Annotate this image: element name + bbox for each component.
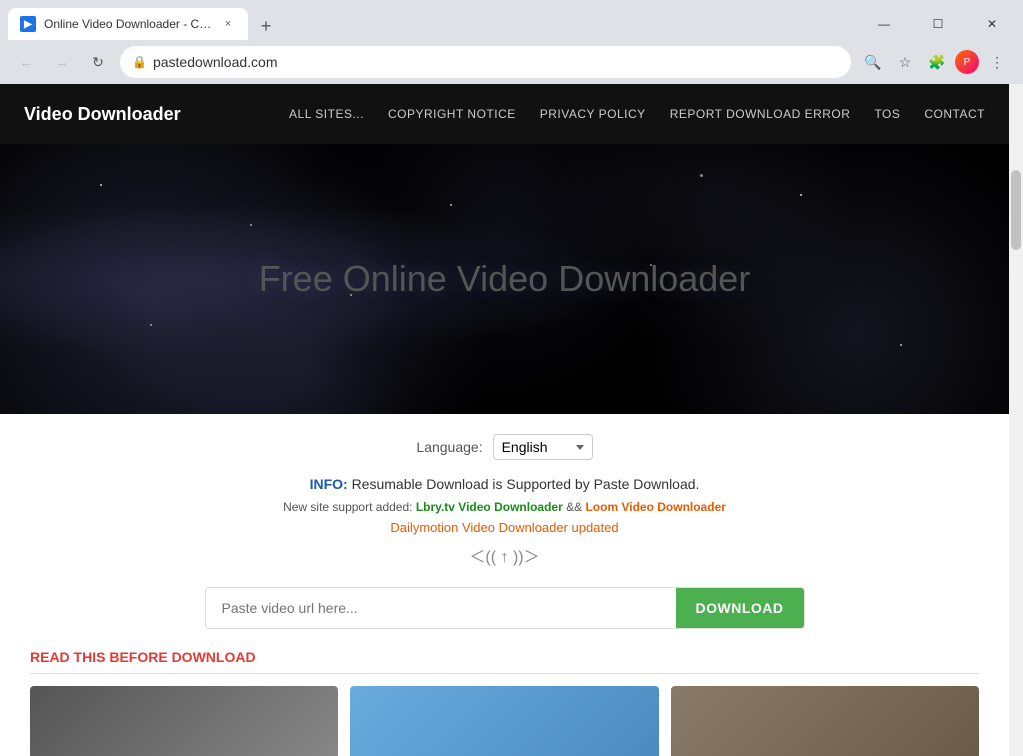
nav-link-tos[interactable]: TOS (874, 107, 900, 121)
extensions-button[interactable]: 🧩 (923, 48, 951, 76)
thumbnail-row (30, 686, 979, 756)
tab-favicon: ▶ (20, 16, 36, 32)
maximize-button[interactable]: ☐ (915, 8, 961, 40)
thumbnail-3 (671, 686, 979, 756)
info-body: Resumable Download is Supported by Paste… (352, 476, 700, 492)
refresh-button[interactable]: ↻ (84, 48, 112, 76)
nav-link-copyright[interactable]: COPYRIGHT NOTICE (388, 107, 516, 121)
tab-close-button[interactable]: × (220, 16, 236, 32)
hero-title: Free Online Video Downloader (259, 258, 751, 300)
thumbnail-1 (30, 686, 338, 756)
new-site-text: New site support added: Lbry.tv Video Do… (30, 500, 979, 514)
url-text: pastedownload.com (153, 54, 839, 70)
site-navigation: Video Downloader ALL SITES... COPYRIGHT … (0, 84, 1009, 144)
loom-link[interactable]: Loom Video Downloader (585, 500, 725, 514)
browser-tab[interactable]: ▶ Online Video Downloader - Copy × (8, 8, 248, 40)
nav-link-report[interactable]: REPORT DOWNLOAD ERROR (670, 107, 851, 121)
lock-icon: 🔒 (132, 55, 147, 69)
info-text: INFO: Resumable Download is Supported by… (30, 476, 979, 492)
minimize-button[interactable]: — (861, 8, 907, 40)
forward-button[interactable]: → (48, 48, 76, 76)
back-button[interactable]: ← (12, 48, 40, 76)
address-bar[interactable]: 🔒 pastedownload.com (120, 46, 851, 78)
nav-link-all-sites[interactable]: ALL SITES... (289, 107, 364, 121)
info-keyword: INFO: (310, 476, 348, 492)
new-tab-button[interactable]: + (252, 12, 280, 40)
website-content: Video Downloader ALL SITES... COPYRIGHT … (0, 84, 1009, 756)
download-form: DOWNLOAD (205, 587, 805, 629)
tab-title: Online Video Downloader - Copy (44, 17, 212, 31)
thumbnail-2 (350, 686, 658, 756)
profile-avatar[interactable]: P (955, 50, 979, 74)
dailymotion-link[interactable]: Dailymotion Video Downloader updated (30, 520, 979, 535)
language-select[interactable]: English Spanish French German Chinese Ja… (493, 434, 593, 460)
bookmark-button[interactable]: ☆ (891, 48, 919, 76)
scrollbar[interactable] (1009, 168, 1023, 756)
new-site-prefix: New site support added: (283, 500, 412, 514)
site-logo[interactable]: Video Downloader (24, 104, 181, 125)
video-url-input[interactable] (206, 588, 676, 628)
hero-section: Free Online Video Downloader (0, 144, 1009, 414)
lbry-link[interactable]: Lbry.tv Video Downloader (416, 500, 563, 514)
emoji-decoration: ＜(( ↑ ))＞ (30, 543, 979, 567)
close-button[interactable]: ✕ (969, 8, 1015, 40)
read-before-label: READ THIS BEFORE DOWNLOAD (30, 649, 979, 674)
nav-link-privacy[interactable]: PRIVACY POLICY (540, 107, 646, 121)
search-button[interactable]: 🔍 (859, 48, 887, 76)
scrollbar-thumb[interactable] (1011, 170, 1021, 250)
download-button[interactable]: DOWNLOAD (676, 588, 804, 628)
nav-link-contact[interactable]: CONTACT (924, 107, 985, 121)
main-content: Language: English Spanish French German … (0, 414, 1009, 756)
language-label: Language: (416, 439, 482, 455)
link-separator: && (566, 500, 582, 514)
menu-button[interactable]: ⋮ (983, 48, 1011, 76)
